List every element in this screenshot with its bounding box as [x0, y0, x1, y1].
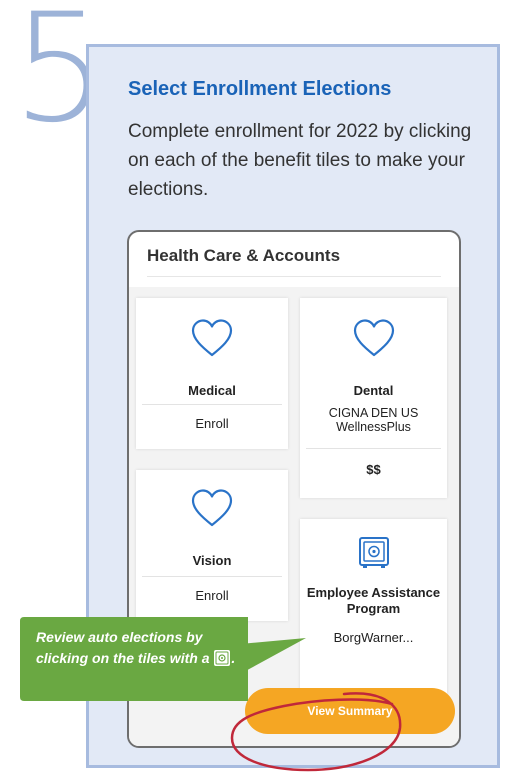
tile-dental-plan: CIGNA DEN US WellnessPlus	[328, 406, 419, 434]
header-divider	[147, 276, 441, 277]
tile-dental-cost: $$	[366, 462, 381, 477]
tile-medical-name: Medical	[188, 383, 236, 398]
tile-employee-assistance-name: Employee Assistance Program	[306, 585, 441, 616]
callout-text: Review auto elections by clicking on the…	[36, 627, 246, 669]
tile-dental[interactable]: Dental CIGNA DEN US WellnessPlus $$	[300, 298, 447, 498]
callout-pointer	[240, 638, 306, 674]
tile-divider	[142, 404, 282, 405]
tile-divider	[142, 576, 282, 577]
tile-divider	[306, 448, 441, 449]
heart-icon	[190, 318, 234, 363]
tile-vision-name: Vision	[192, 553, 232, 568]
tile-vision-status: Enroll	[195, 588, 229, 603]
callout-period: .	[231, 650, 236, 666]
tile-employee-assistance[interactable]: Employee Assistance Program BorgWarner..…	[300, 519, 447, 694]
tile-employee-assistance-plan: BorgWarner...	[333, 630, 414, 645]
section-description: Complete enrollment for 2022 by clicking…	[128, 121, 472, 200]
safe-icon	[213, 649, 231, 667]
heart-icon	[352, 318, 396, 363]
tile-vision[interactable]: Vision Enroll	[136, 470, 288, 621]
tile-medical[interactable]: Medical Enroll	[136, 298, 288, 449]
category-header: Health Care & Accounts	[147, 246, 341, 265]
tile-dental-name: Dental	[353, 383, 394, 398]
tile-medical-status: Enroll	[195, 416, 229, 431]
callout-message: Review auto elections by clicking on the…	[36, 629, 210, 666]
section-title: Select Enrollment Elections	[128, 78, 392, 100]
highlight-circle	[230, 692, 402, 772]
heart-icon	[190, 488, 234, 533]
safe-icon	[358, 536, 390, 575]
